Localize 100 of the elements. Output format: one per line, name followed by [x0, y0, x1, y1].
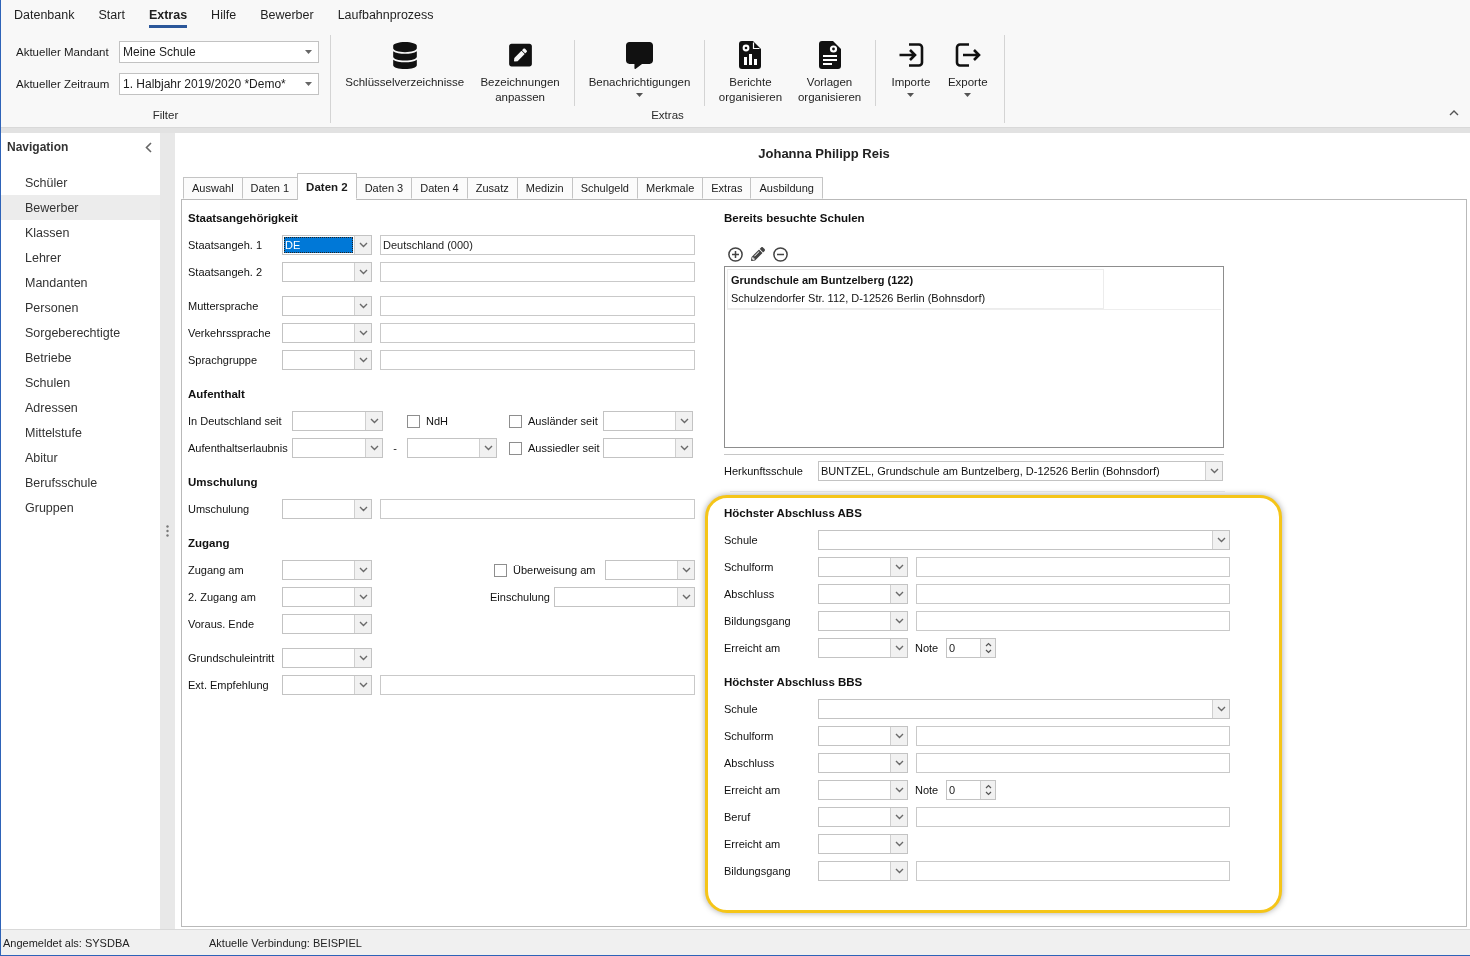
text-field[interactable] [916, 611, 1230, 631]
nav-item[interactable]: Gruppen [1, 495, 160, 520]
checkbox[interactable] [494, 563, 507, 577]
chevron-down-icon[interactable] [354, 297, 371, 315]
dropdown-field[interactable]: DE [282, 235, 372, 255]
dropdown-field[interactable] [282, 587, 372, 607]
chevron-down-icon[interactable] [365, 439, 382, 457]
dropdown-field[interactable] [818, 611, 908, 631]
ribbon-button[interactable]: Exporte [945, 40, 990, 97]
text-field[interactable] [916, 726, 1230, 746]
dropdown-field[interactable] [818, 726, 908, 746]
chevron-down-icon[interactable] [365, 412, 382, 430]
dropdown-field[interactable] [282, 560, 372, 580]
chevron-down-icon[interactable] [677, 588, 694, 606]
chevron-down-icon[interactable] [890, 862, 907, 880]
menu-tab[interactable]: Start [98, 8, 125, 28]
chevron-left-icon[interactable] [145, 141, 152, 153]
text-field[interactable] [380, 350, 695, 370]
tab[interactable]: Daten 1 [241, 177, 299, 199]
text-field[interactable] [916, 753, 1230, 773]
text-field[interactable] [380, 675, 695, 695]
checkbox[interactable] [407, 414, 420, 428]
chevron-down-icon[interactable] [890, 808, 907, 826]
tab[interactable]: Medizin [516, 177, 573, 199]
number-field[interactable]: 0 [946, 638, 996, 658]
nav-item[interactable]: Berufsschule [1, 470, 160, 495]
menu-tab[interactable]: Bewerber [260, 8, 314, 28]
dropdown-field[interactable] [818, 780, 908, 800]
caret-down-icon[interactable] [305, 50, 312, 54]
ribbon-button[interactable]: Benachrichtigungen [586, 40, 693, 97]
chevron-down-icon[interactable] [890, 612, 907, 630]
chevron-down-icon[interactable] [354, 561, 371, 579]
ribbon-button[interactable]: Vorlagen organisieren [795, 40, 864, 105]
text-field[interactable] [380, 323, 695, 343]
dropdown-field[interactable] [407, 438, 497, 458]
ribbon-button[interactable]: Bezeichnungen anpassen [478, 40, 562, 105]
nav-item[interactable]: Sorgeberechtigte [1, 320, 160, 345]
chevron-down-icon[interactable] [890, 727, 907, 745]
chevron-down-icon[interactable] [354, 351, 371, 369]
ribbon-button[interactable]: Importe [889, 40, 933, 97]
text-field[interactable]: Deutschland (000) [380, 235, 695, 255]
chevron-down-icon[interactable] [890, 835, 907, 853]
nav-item[interactable]: Mandanten [1, 270, 160, 295]
dropdown-field[interactable] [818, 861, 908, 881]
chevron-down-icon[interactable] [354, 615, 371, 633]
chevron-down-icon[interactable] [675, 412, 692, 430]
chevron-down-icon[interactable] [354, 500, 371, 518]
chevron-down-icon[interactable] [890, 754, 907, 772]
ribbon-button[interactable]: Schlüsselverzeichnisse [343, 40, 467, 90]
tab[interactable]: Extras [702, 177, 752, 199]
dropdown-field[interactable] [818, 638, 908, 658]
dropdown-field[interactable] [603, 411, 693, 431]
ribbon-button[interactable]: Berichte organisieren [716, 40, 785, 105]
dropdown-field[interactable] [818, 584, 908, 604]
dropdown-field[interactable] [292, 438, 383, 458]
dropdown-field[interactable] [282, 296, 372, 316]
chevron-down-icon[interactable] [675, 439, 692, 457]
chevron-down-icon[interactable] [354, 236, 371, 254]
chevron-down-icon[interactable] [354, 676, 371, 694]
nav-item[interactable]: Betriebe [1, 345, 160, 370]
dropdown-field[interactable]: BUNTZEL, Grundschule am Buntzelberg, D-12526 Berlin (Bohnsdorf) [818, 461, 1223, 481]
list-item[interactable]: Grundschule am Buntzelberg (122) Schulzendorfer Str. 112, D-12526 Berlin (Bohnsdorf) [727, 269, 1104, 309]
chevron-down-icon[interactable] [1212, 700, 1229, 718]
caret-down-icon[interactable] [305, 82, 312, 86]
text-field[interactable] [916, 861, 1230, 881]
grip-icon[interactable] [166, 525, 169, 537]
dropdown-field[interactable] [282, 648, 372, 668]
nav-item[interactable]: Adressen [1, 395, 160, 420]
chevron-down-icon[interactable] [354, 263, 371, 281]
dropdown-field[interactable] [603, 438, 693, 458]
text-field[interactable] [916, 807, 1230, 827]
nav-item[interactable]: Schulen [1, 370, 160, 395]
text-field[interactable] [916, 557, 1230, 577]
dropdown-field[interactable] [818, 753, 908, 773]
dropdown-field[interactable] [282, 350, 372, 370]
tab[interactable]: Zusatz [466, 177, 518, 199]
chevron-down-icon[interactable] [479, 439, 496, 457]
nav-item[interactable]: Bewerber [1, 195, 160, 220]
dropdown-field[interactable]: 1. Halbjahr 2019/2020 *Demo* [119, 73, 319, 95]
checkbox[interactable] [509, 414, 522, 428]
chevron-down-icon[interactable] [354, 324, 371, 342]
chevron-down-icon[interactable] [1212, 531, 1229, 549]
tab[interactable]: Schulgeld [571, 177, 638, 199]
chevron-down-icon[interactable] [354, 649, 371, 667]
tab[interactable]: Daten 2 [297, 173, 357, 200]
nav-item[interactable]: Abitur [1, 445, 160, 470]
chevron-down-icon[interactable] [1205, 462, 1222, 480]
text-field[interactable] [380, 296, 695, 316]
nav-item[interactable]: Schüler [1, 170, 160, 195]
dropdown-field[interactable] [282, 262, 372, 282]
dropdown-field[interactable]: Meine Schule [119, 41, 319, 63]
chevron-down-icon[interactable] [890, 585, 907, 603]
dropdown-field[interactable] [282, 323, 372, 343]
nav-item[interactable]: Lehrer [1, 245, 160, 270]
dropdown-field[interactable] [282, 499, 372, 519]
nav-item[interactable]: Mittelstufe [1, 420, 160, 445]
pencil-icon[interactable] [751, 247, 765, 261]
text-field[interactable] [916, 584, 1230, 604]
chevron-up-icon[interactable] [1449, 110, 1459, 116]
menu-tab[interactable]: Laufbahnprozess [337, 8, 434, 28]
